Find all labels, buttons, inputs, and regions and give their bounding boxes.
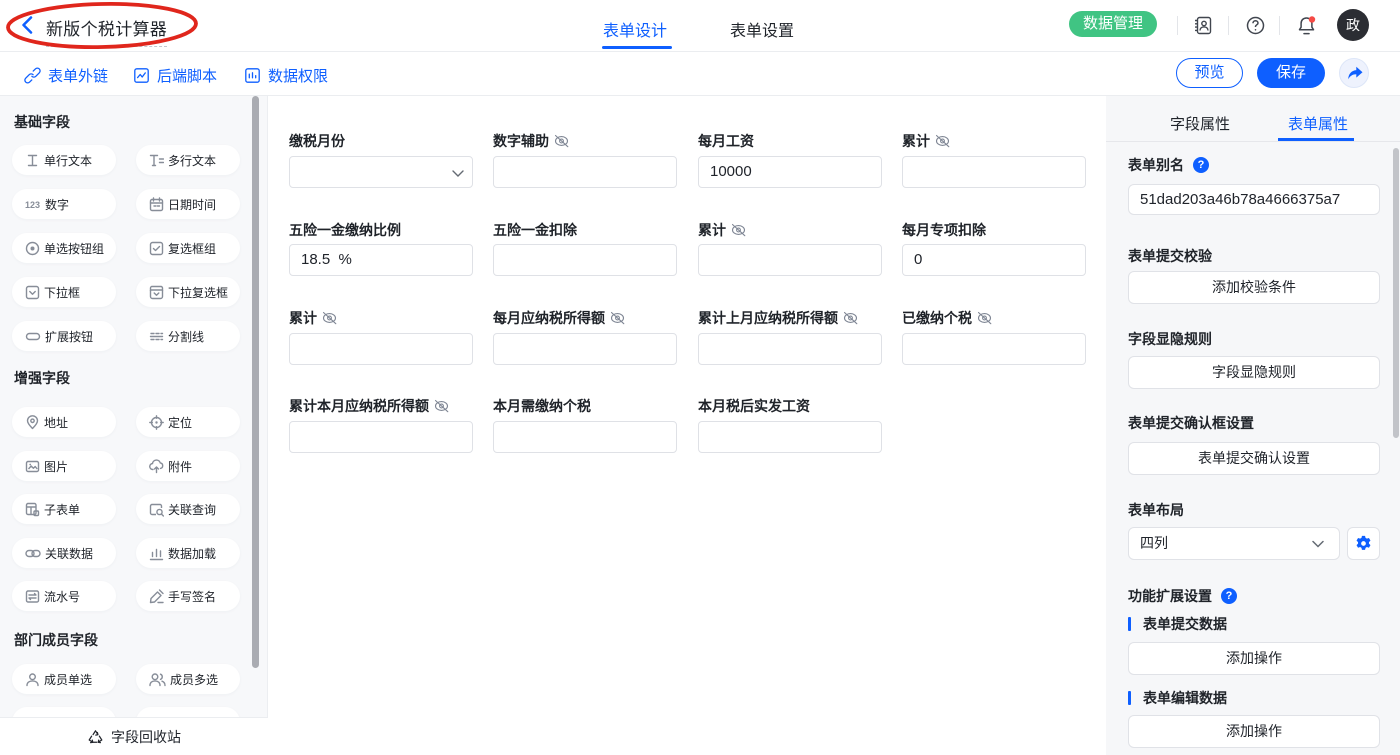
svg-text:123: 123 — [25, 200, 40, 210]
